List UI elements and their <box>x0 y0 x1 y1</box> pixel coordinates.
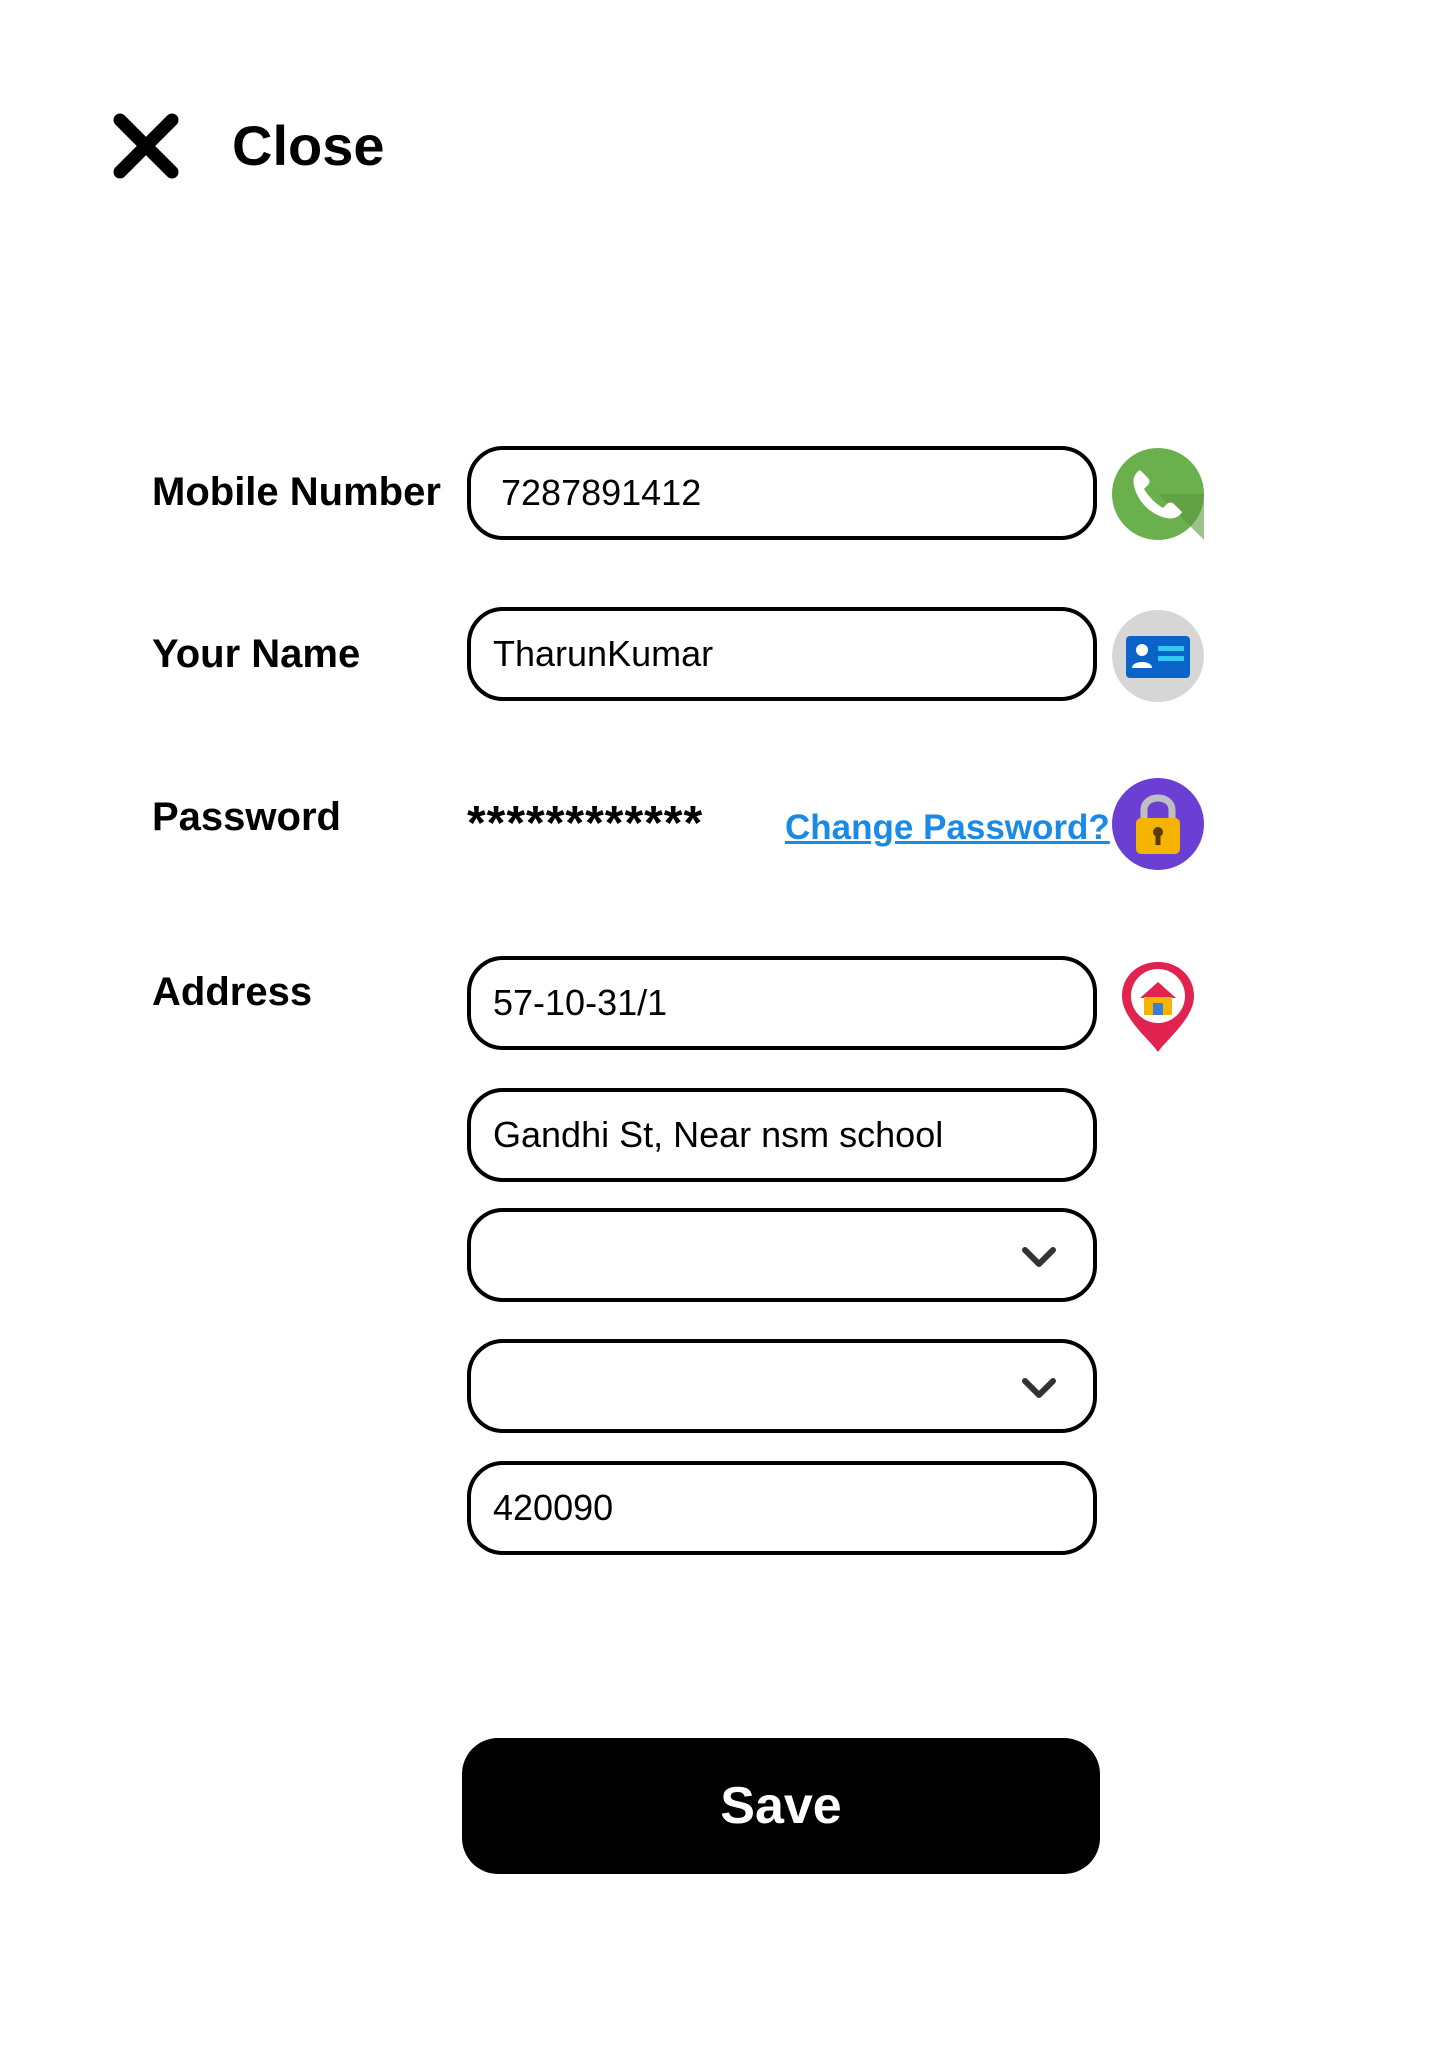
your-name-input[interactable] <box>471 611 1093 697</box>
address-line2-input[interactable] <box>471 1092 1093 1178</box>
id-card-icon <box>1112 610 1204 702</box>
address-select-1[interactable] <box>471 1212 1093 1298</box>
mobile-number-input[interactable] <box>471 450 1093 536</box>
mobile-number-label: Mobile Number <box>152 470 441 514</box>
address-dropdown-2[interactable] <box>467 1339 1097 1433</box>
change-password-link[interactable]: Change Password? <box>785 806 1110 850</box>
your-name-field[interactable] <box>467 607 1097 701</box>
lock-icon <box>1112 778 1204 870</box>
address-select-2[interactable] <box>471 1343 1093 1429</box>
pincode-field[interactable] <box>467 1461 1097 1555</box>
pincode-input[interactable] <box>471 1465 1093 1551</box>
address-line2-field[interactable] <box>467 1088 1097 1182</box>
password-label: Password <box>152 795 341 839</box>
your-name-label: Your Name <box>152 632 361 676</box>
close-label[interactable]: Close <box>232 112 385 180</box>
close-icon[interactable] <box>112 112 180 180</box>
address-line1-field[interactable] <box>467 956 1097 1050</box>
password-masked-value: ************ <box>467 797 704 850</box>
address-dropdown-1[interactable] <box>467 1208 1097 1302</box>
mobile-number-field[interactable] <box>467 446 1097 540</box>
phone-icon <box>1112 448 1204 540</box>
home-location-icon <box>1122 962 1194 1052</box>
save-button[interactable]: Save <box>462 1738 1100 1874</box>
address-line1-input[interactable] <box>471 960 1093 1046</box>
address-label: Address <box>152 970 313 1014</box>
